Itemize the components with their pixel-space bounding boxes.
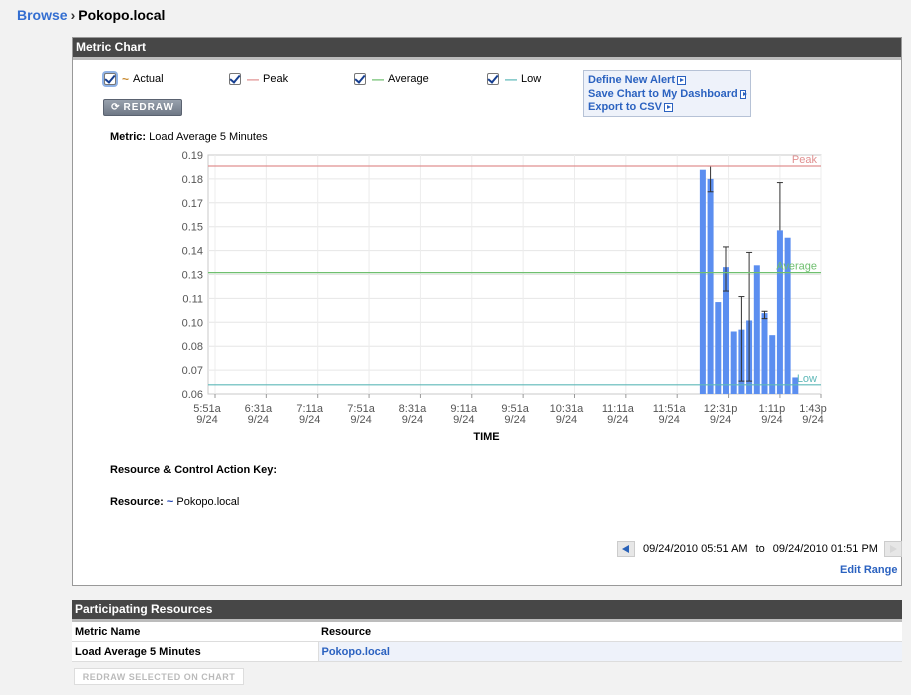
resource-prefix: Resource: [110, 496, 164, 508]
time-range: 09/24/2010 05:51 AM to 09/24/2010 01:51 … [617, 541, 902, 557]
legend-low-swatch: — [505, 72, 517, 86]
legend-low[interactable]: — Low [487, 72, 541, 86]
legend-average-label: Average [388, 73, 429, 85]
metric-label: Metric: Load Average 5 Minutes [110, 131, 268, 143]
export-csv-link[interactable]: Export to CSV [588, 101, 746, 115]
export-csv-label: Export to CSV [588, 101, 662, 113]
participating-resources-title: Participating Resources [72, 600, 902, 622]
redraw-label: REDRAW [123, 102, 174, 113]
save-chart-link[interactable]: Save Chart to My Dashboard [588, 87, 748, 102]
range-to: 09/24/2010 01:51 PM [772, 543, 878, 555]
arrow-right-icon [739, 89, 748, 99]
row-resource-link[interactable]: Pokopo.local [317, 641, 902, 662]
range-from: 09/24/2010 05:51 AM [643, 543, 748, 555]
legend-actual-swatch: ~ [122, 72, 130, 86]
save-chart-label: Save Chart to My Dashboard [588, 87, 738, 100]
next-range-button[interactable] [883, 541, 902, 557]
resource-label: Resource: ~ Pokopo.local [110, 496, 239, 508]
page-title: Pokopo.local [78, 7, 166, 23]
arrow-right-icon [663, 103, 673, 113]
redraw-selected-button[interactable]: REDRAW SELECTED ON CHART [74, 668, 244, 685]
refresh-icon: ⟳ [111, 102, 121, 113]
legend-peak-swatch: — [247, 72, 259, 86]
column-resource: Resource [318, 622, 902, 642]
breadcrumb-browse-link[interactable]: Browse [17, 7, 68, 23]
define-new-alert-label: Define New Alert [588, 74, 676, 86]
resource-name: Pokopo.local [176, 496, 240, 508]
legend-average[interactable]: — Average [354, 72, 429, 86]
row-metric-name: Load Average 5 Minutes [72, 641, 318, 662]
resource-swatch: ~ [166, 496, 174, 508]
legend-actual-checkbox[interactable] [104, 73, 116, 85]
previous-range-button[interactable] [617, 541, 635, 557]
legend-average-checkbox[interactable] [354, 73, 366, 85]
metric-name: Load Average 5 Minutes [149, 131, 268, 143]
redraw-button[interactable]: ⟳ REDRAW [103, 99, 182, 116]
breadcrumb-separator: › [70, 7, 76, 23]
participating-resources-table: Metric Name Resource Load Average 5 Minu… [72, 622, 902, 662]
legend-actual-label: Actual [133, 73, 164, 85]
legend-average-swatch: — [372, 72, 384, 86]
define-new-alert-link[interactable]: Define New Alert [588, 74, 746, 88]
control-action-key-label: Resource & Control Action Key: [110, 464, 278, 476]
legend-actual[interactable]: ~ Actual [104, 72, 164, 86]
legend-peak[interactable]: — Peak [229, 72, 288, 86]
chart-actions-box: Define New Alert Save Chart to My Dashbo… [583, 70, 751, 117]
participating-resources-panel: Participating Resources [72, 600, 902, 622]
range-to-word: to [755, 543, 765, 555]
legend-peak-checkbox[interactable] [229, 73, 241, 85]
metric-chart-title: Metric Chart [73, 38, 901, 60]
legend-low-label: Low [521, 73, 542, 85]
legend-low-checkbox[interactable] [487, 73, 499, 85]
arrow-right-icon [677, 76, 687, 86]
legend-peak-label: Peak [263, 73, 289, 85]
edit-range-link[interactable]: Edit Range [840, 564, 897, 576]
column-metric-name: Metric Name [72, 622, 318, 642]
table-row: Load Average 5 Minutes Pokopo.local [72, 641, 902, 662]
metric-prefix: Metric: [110, 131, 147, 143]
breadcrumb: Browse › Pokopo.local [17, 7, 165, 23]
